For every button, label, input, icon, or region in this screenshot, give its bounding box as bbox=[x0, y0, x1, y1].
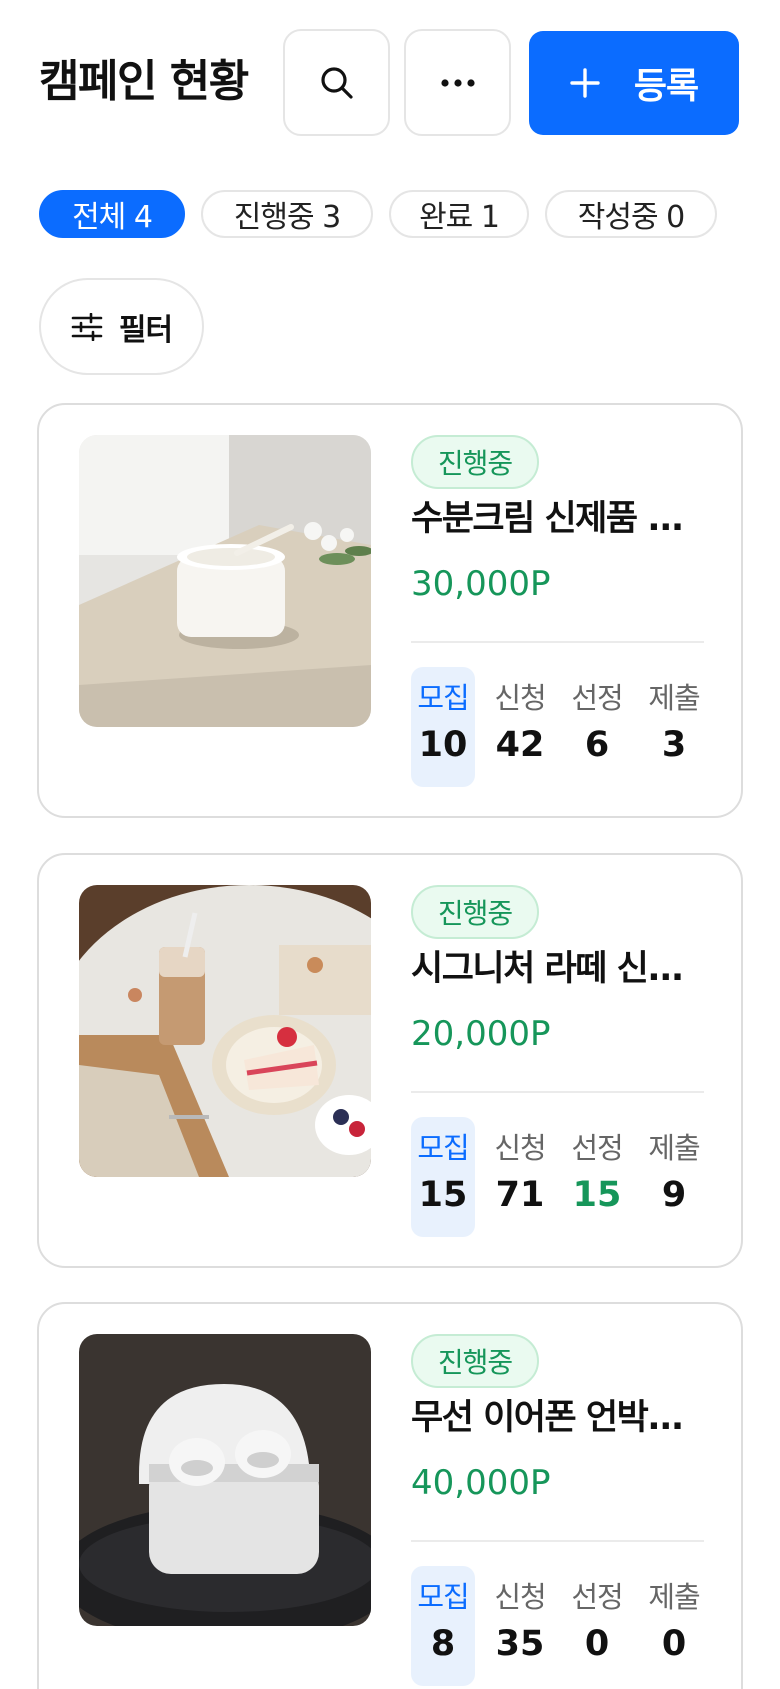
filter-button[interactable]: 필터 bbox=[39, 278, 204, 375]
stat-selected: 선정 15 bbox=[565, 1117, 629, 1237]
tab-all[interactable]: 전체 4 bbox=[39, 190, 185, 238]
stat-value: 8 bbox=[430, 1624, 456, 1664]
status-badge: 진행중 bbox=[411, 1334, 539, 1388]
stat-label: 선정 bbox=[571, 681, 623, 715]
stat-label: 신청 bbox=[494, 681, 546, 715]
stat-submitted: 제출 9 bbox=[642, 1117, 706, 1237]
stat-selected: 선정 6 bbox=[565, 667, 629, 787]
stat-recruit: 모집 8 bbox=[411, 1566, 475, 1686]
stat-label: 선정 bbox=[571, 1580, 623, 1614]
status-badge: 진행중 bbox=[411, 435, 539, 489]
stat-submitted: 제출 3 bbox=[642, 667, 706, 787]
stat-label: 신청 bbox=[494, 1131, 546, 1165]
more-horizontal-icon bbox=[440, 78, 475, 87]
campaign-stats: 모집 10 신청 42 선정 6 제출 3 bbox=[411, 667, 711, 787]
stat-value: 10 bbox=[418, 725, 468, 765]
campaign-title: 시그니처 라떼 신... bbox=[411, 949, 684, 989]
campaign-points: 30,000P bbox=[411, 564, 551, 604]
register-button-label: 등록 bbox=[633, 66, 699, 107]
stat-label: 모집 bbox=[417, 1580, 469, 1614]
campaign-thumbnail-latte-cake bbox=[79, 885, 371, 1177]
campaign-thumbnail-earbuds bbox=[79, 1334, 371, 1626]
stat-value: 9 bbox=[661, 1175, 687, 1215]
stat-applied: 신청 71 bbox=[488, 1117, 552, 1237]
campaign-thumbnail-cream-jar bbox=[79, 435, 371, 727]
campaign-points: 20,000P bbox=[411, 1014, 551, 1054]
stat-label: 신청 bbox=[494, 1580, 546, 1614]
stat-value: 0 bbox=[584, 1624, 610, 1664]
stat-label: 제출 bbox=[648, 1131, 700, 1165]
campaign-card[interactable]: 진행중 시그니처 라떼 신... 20,000P 모집 15 신청 71 선정 … bbox=[37, 853, 743, 1268]
stat-label: 제출 bbox=[648, 681, 700, 715]
stat-value: 15 bbox=[418, 1175, 468, 1215]
campaign-stats: 모집 8 신청 35 선정 0 제출 0 bbox=[411, 1566, 711, 1686]
stat-value: 15 bbox=[572, 1175, 622, 1215]
campaign-title: 수분크림 신제품 ... bbox=[411, 499, 684, 539]
stat-label: 제출 bbox=[648, 1580, 700, 1614]
search-icon bbox=[320, 66, 353, 99]
stat-value: 3 bbox=[661, 725, 687, 765]
campaign-points: 40,000P bbox=[411, 1463, 551, 1503]
filter-label: 필터 bbox=[118, 312, 173, 348]
stat-recruit: 모집 10 bbox=[411, 667, 475, 787]
plus-icon bbox=[570, 68, 600, 98]
stat-label: 모집 bbox=[417, 1131, 469, 1165]
divider bbox=[411, 641, 704, 643]
stat-value: 71 bbox=[495, 1175, 545, 1215]
campaign-title: 무선 이어폰 언박... bbox=[411, 1398, 684, 1438]
stat-label: 모집 bbox=[417, 681, 469, 715]
more-options-button[interactable] bbox=[404, 29, 511, 136]
status-badge: 진행중 bbox=[411, 885, 539, 939]
stat-submitted: 제출 0 bbox=[642, 1566, 706, 1686]
stat-label: 선정 bbox=[571, 1131, 623, 1165]
tab-draft[interactable]: 작성중 0 bbox=[545, 190, 717, 238]
header: 캠페인 현황 등록 bbox=[0, 0, 780, 160]
sliders-icon bbox=[71, 312, 103, 341]
campaign-stats: 모집 15 신청 71 선정 15 제출 9 bbox=[411, 1117, 711, 1237]
stat-applied: 신청 35 bbox=[488, 1566, 552, 1686]
divider bbox=[411, 1091, 704, 1093]
stat-value: 0 bbox=[661, 1624, 687, 1664]
divider bbox=[411, 1540, 704, 1542]
stat-applied: 신청 42 bbox=[488, 667, 552, 787]
search-button[interactable] bbox=[283, 29, 390, 136]
page-title: 캠페인 현황 bbox=[39, 56, 249, 107]
stat-value: 35 bbox=[495, 1624, 545, 1664]
stat-value: 6 bbox=[584, 725, 610, 765]
stat-value: 42 bbox=[495, 725, 545, 765]
stat-recruit: 모집 15 bbox=[411, 1117, 475, 1237]
campaign-card[interactable]: 진행중 무선 이어폰 언박... 40,000P 모집 8 신청 35 선정 0… bbox=[37, 1302, 743, 1689]
tab-completed[interactable]: 완료 1 bbox=[389, 190, 529, 238]
register-button[interactable]: 등록 bbox=[529, 31, 739, 135]
tab-in-progress[interactable]: 진행중 3 bbox=[201, 190, 373, 238]
stat-selected: 선정 0 bbox=[565, 1566, 629, 1686]
campaign-card[interactable]: 진행중 수분크림 신제품 ... 30,000P 모집 10 신청 42 선정 … bbox=[37, 403, 743, 818]
